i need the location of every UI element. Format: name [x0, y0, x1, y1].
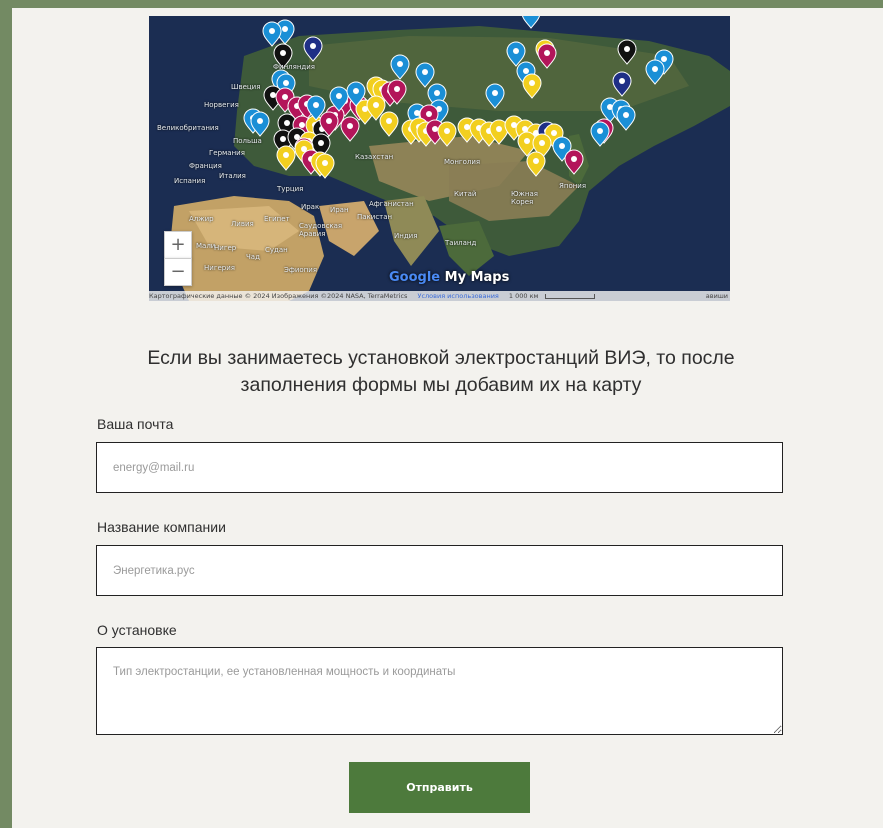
map-label-mongolia: Монголия [444, 158, 481, 166]
map-terms-link[interactable]: Условия использования [417, 292, 498, 300]
map-label-kazakhstan: Казахстан [355, 153, 394, 161]
map-label-pakistan: Пакистан [357, 213, 393, 221]
map-scale-bar [544, 293, 595, 299]
map-label-japan: Япония [559, 182, 587, 190]
email-label: Ваша почта [97, 416, 174, 432]
map-label-iran: Иран [330, 206, 349, 214]
map-zoom-in-button[interactable]: + [164, 231, 192, 259]
map-label-sweden: Швеция [231, 83, 261, 91]
map-label-turkey: Турция [277, 185, 304, 193]
map-label-saudi-arabia: Саудовская Аравия [299, 222, 343, 238]
submit-button[interactable]: Отправить [349, 762, 530, 813]
map-label-south-korea: Южная Корея [511, 190, 538, 206]
embedded-map[interactable]: Финляндия Швеция Норвегия Великобритания… [149, 16, 730, 301]
logo-google-text: Google [389, 270, 441, 285]
company-label: Название компании [97, 519, 226, 535]
map-label-chad: Чад [246, 253, 260, 261]
about-installation-label: О установке [97, 622, 177, 638]
map-label-afghanistan: Афганистан [369, 200, 414, 208]
map-label-mali: Мали [196, 242, 216, 250]
google-my-maps-logo: Google My Maps [389, 270, 509, 285]
map-label-uk: Великобритания [157, 124, 219, 132]
map-label-italy: Италия [219, 172, 246, 180]
company-name-field[interactable] [96, 545, 783, 596]
map-attribution-bar: Картографические данные © 2024 Изображен… [149, 291, 730, 301]
map-attribution-text: Картографические данные © 2024 Изображен… [149, 292, 408, 300]
map-label-niger: Нигер [214, 244, 237, 252]
map-label-ethiopia: Эфиопия [284, 266, 318, 274]
map-label-thailand: Таиланд [445, 239, 477, 247]
map-label-iraq: Ирак [301, 203, 320, 211]
map-label-poland: Польша [233, 137, 262, 145]
map-label-nigeria: Нигерия [204, 264, 236, 272]
map-label-china: Китай [454, 190, 477, 198]
map-label-egypt: Египет [264, 215, 290, 223]
map-label-spain: Испания [174, 177, 206, 185]
map-label-germany: Германия [209, 149, 245, 157]
map-label-india: Индия [394, 232, 418, 240]
map-canvas[interactable] [149, 16, 730, 301]
map-label-algeria: Алжир [189, 215, 214, 223]
map-label-sudan: Судан [265, 246, 288, 254]
map-shortcuts-link[interactable]: авиши [706, 291, 728, 301]
map-label-norway: Норвегия [204, 101, 239, 109]
map-label-libya: Ливия [231, 220, 254, 228]
map-label-finland: Финляндия [273, 63, 316, 71]
map-label-france: Франция [189, 162, 222, 170]
email-field[interactable] [96, 442, 783, 493]
logo-mymaps-text: My Maps [444, 270, 510, 285]
map-zoom-out-button[interactable]: − [164, 258, 192, 286]
map-scale-label: 1 000 км [508, 292, 539, 300]
about-installation-textarea[interactable] [96, 647, 783, 735]
form-heading: Если вы занимаетесь установкой электрост… [147, 347, 735, 396]
